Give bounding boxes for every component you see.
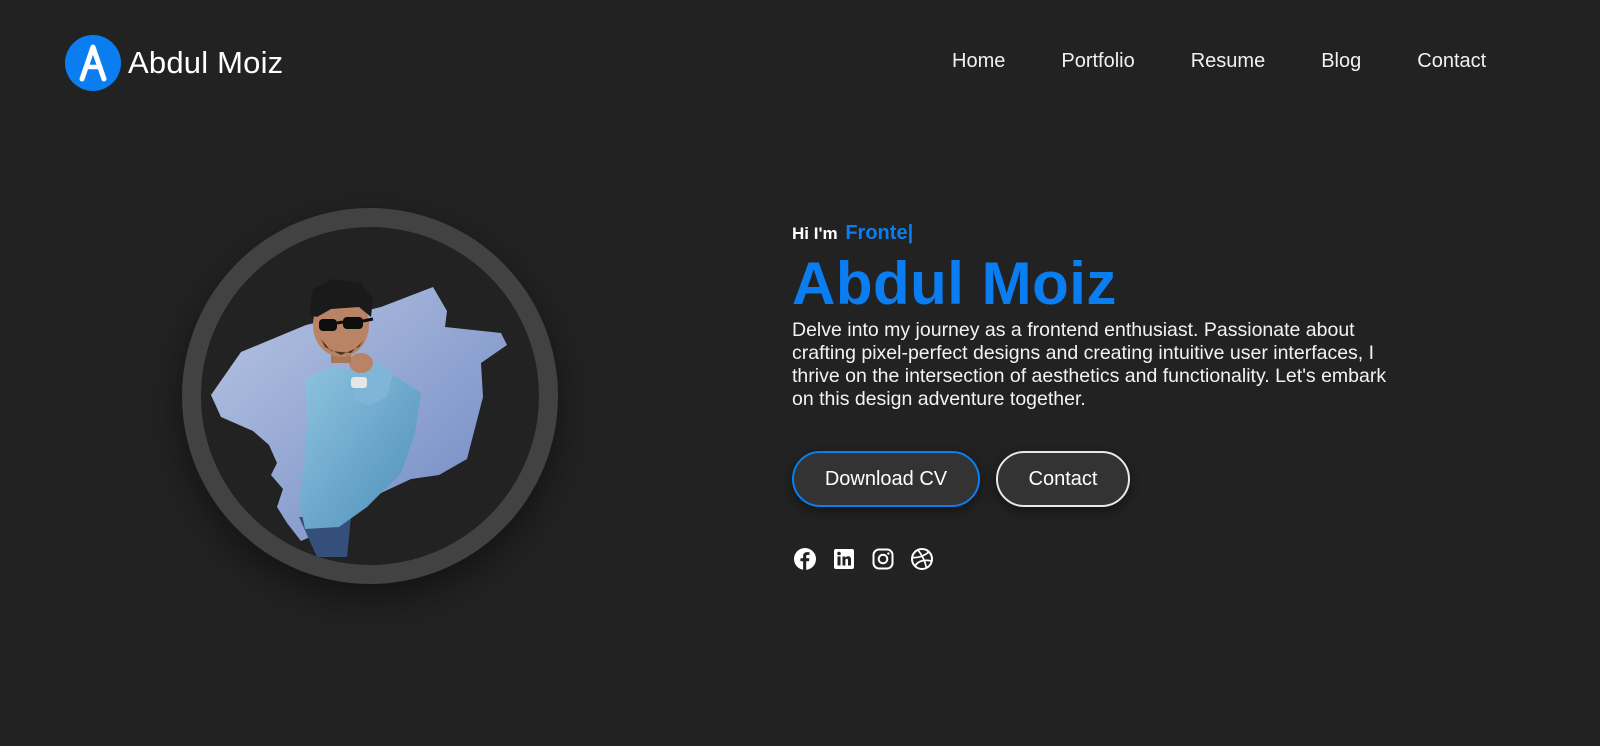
- hero-name: Abdul Moiz: [792, 250, 1117, 317]
- intro-paragraph: Delve into my journey as a frontend enth…: [792, 319, 1387, 410]
- typed-role-text: Fronte: [845, 222, 908, 244]
- site-header: Abdul Moiz Home Portfolio Resume Blog Co…: [0, 0, 1600, 125]
- linkedin-icon[interactable]: [832, 547, 856, 571]
- contact-button[interactable]: Contact: [996, 451, 1130, 507]
- nav-resume[interactable]: Resume: [1191, 50, 1265, 73]
- download-cv-button[interactable]: Download CV: [792, 451, 980, 507]
- instagram-icon[interactable]: [871, 547, 895, 571]
- facebook-icon[interactable]: [793, 547, 817, 571]
- nav-portfolio[interactable]: Portfolio: [1061, 50, 1134, 73]
- hero-section: Hi I'm Fronte| Abdul Moiz Delve into my …: [792, 222, 1412, 571]
- social-links: [793, 547, 1412, 571]
- logo-a-icon: [65, 35, 121, 91]
- main-nav: Home Portfolio Resume Blog Contact: [952, 50, 1486, 73]
- greeting-text: Hi I'm: [792, 224, 838, 243]
- brand-link[interactable]: Abdul Moiz: [65, 35, 283, 91]
- nav-home[interactable]: Home: [952, 50, 1005, 73]
- profile-photo: [201, 227, 539, 565]
- greeting-line: Hi I'm Fronte|: [792, 222, 1412, 245]
- nav-contact[interactable]: Contact: [1417, 50, 1486, 73]
- brand-name: Abdul Moiz: [128, 45, 284, 80]
- typing-cursor: |: [907, 222, 914, 244]
- profile-avatar-ring: [182, 208, 558, 584]
- hero-actions: Download CV Contact: [792, 451, 1412, 507]
- nav-blog[interactable]: Blog: [1321, 50, 1361, 73]
- dribbble-icon[interactable]: [910, 547, 934, 571]
